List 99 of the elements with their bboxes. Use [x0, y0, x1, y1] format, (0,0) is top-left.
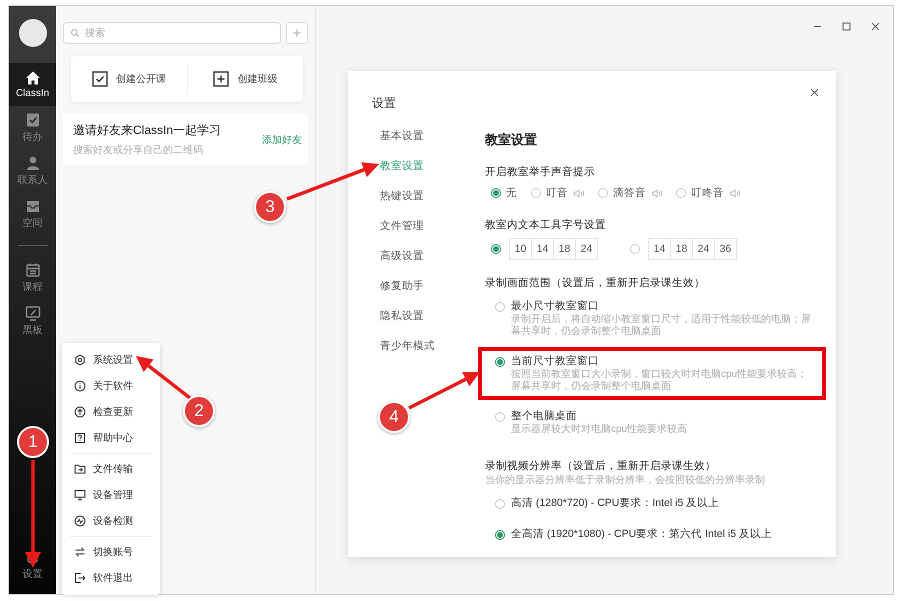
- speaker-icon: [651, 188, 662, 198]
- swap-icon: [74, 546, 86, 558]
- nav-item[interactable]: 隐私设置: [372, 300, 430, 330]
- checkbox-icon: [92, 71, 108, 87]
- radio-button[interactable]: [598, 188, 608, 198]
- group-label: 开启教室举手声音提示: [485, 165, 596, 179]
- close-button[interactable]: [809, 87, 820, 98]
- font-size-group[interactable]: 14 18 24 36: [648, 238, 737, 260]
- home-icon: [24, 70, 40, 86]
- person-icon: [24, 154, 40, 170]
- maximize-icon: [841, 20, 852, 32]
- font-size: 14: [531, 239, 553, 259]
- radio-button[interactable]: [495, 530, 505, 540]
- nav-item[interactable]: 热键设置: [372, 180, 430, 210]
- option-label: 无: [506, 186, 517, 200]
- invite-title: 邀请好友来ClassIn一起学习: [73, 122, 222, 139]
- avatar: [18, 19, 46, 47]
- sidebar-item[interactable]: 联系人: [9, 149, 56, 192]
- plus-icon: [213, 71, 230, 87]
- nav-item[interactable]: 青少年模式: [372, 330, 441, 360]
- upload-icon: [74, 406, 86, 418]
- hint-text: 当你的显示器分辨率低于录制分辨率，会按照较低的分辨率录制: [485, 475, 766, 487]
- close-icon: [809, 87, 820, 98]
- option-description: 按照当前教室窗口大小录制，窗口较大时对电脑cpu性能要求较高；屏幕共享时，仍会录制整个电脑桌面: [511, 369, 808, 393]
- menu-item[interactable]: 帮助中心: [62, 425, 160, 451]
- board-icon: [24, 304, 40, 320]
- radio-button[interactable]: [495, 302, 505, 312]
- monitor-icon: [74, 489, 86, 501]
- annotation-arrow: [136, 356, 192, 400]
- font-size: 24: [575, 239, 597, 259]
- option-label: 最小尺寸教室窗口: [511, 299, 599, 314]
- font-size-group[interactable]: 10 14 18 24: [509, 238, 598, 260]
- settings-item[interactable]: 设置: [9, 545, 56, 588]
- font-size: 36: [714, 239, 736, 259]
- group-label: 录制视频分辨率（设置后，重新开启录课生效）: [485, 459, 717, 473]
- sidebar-item[interactable]: 课程: [9, 256, 56, 299]
- nav-item[interactable]: 教室设置: [372, 150, 430, 180]
- search-icon: [70, 28, 80, 38]
- create-button[interactable]: 创建公开课: [71, 64, 186, 94]
- option-label: 整个电脑桌面: [511, 409, 577, 424]
- speaker-icon: [573, 188, 584, 198]
- option-description: 录制开启后，将自动缩小教室窗口尺寸，适用于性能较低的电脑；屏幕共享时，仍会录制整个电脑桌面: [511, 314, 812, 338]
- radio-button[interactable]: [676, 188, 686, 198]
- create-button[interactable]: 创建班级: [188, 64, 303, 94]
- radio-button[interactable]: [491, 244, 501, 254]
- menu-item[interactable]: 设备检测: [62, 508, 160, 534]
- nav-item[interactable]: 文件管理: [372, 210, 430, 240]
- radio-button[interactable]: [630, 244, 640, 254]
- section-title: 教室设置: [485, 131, 538, 149]
- option-label: 叮音: [546, 186, 568, 200]
- option-description: 显示器屏较大时对电脑cpu性能要求较高: [511, 424, 688, 436]
- font-size: 10: [514, 242, 528, 257]
- add-friend-link[interactable]: 添加好友: [262, 132, 302, 146]
- sidebar-item[interactable]: ClassIn: [9, 63, 56, 106]
- info-icon: [74, 380, 86, 392]
- invite-subtitle: 搜索好友或分享自己的二维码: [73, 144, 204, 157]
- menu-item[interactable]: 软件退出: [62, 565, 160, 591]
- radio-button[interactable]: [495, 498, 505, 508]
- dialog-title: 设置: [372, 95, 397, 112]
- menu-item[interactable]: 系统设置: [62, 347, 160, 373]
- pulse-icon: [74, 515, 86, 527]
- font-size: 18: [553, 239, 575, 259]
- option-label: 高清 (1280*720) - CPU要求：Intel i5 及以上: [511, 496, 720, 511]
- group-label: 教室内文本工具字号设置: [485, 218, 607, 232]
- menu-item[interactable]: 设备管理: [62, 482, 160, 508]
- option-label: 当前尺寸教室窗口: [511, 354, 599, 368]
- nav-item[interactable]: 高级设置: [372, 240, 430, 270]
- nav-item[interactable]: 基本设置: [372, 120, 430, 150]
- sidebar-item[interactable]: 待办: [9, 106, 56, 149]
- radio-button[interactable]: [495, 412, 505, 422]
- menu-item[interactable]: 检查更新: [62, 399, 160, 425]
- sidebar-item[interactable]: 黑板: [9, 299, 56, 342]
- option-label: 滴答音: [613, 186, 646, 200]
- speaker-icon: [729, 188, 740, 198]
- gear-icon: [74, 354, 86, 366]
- option-label: 全高清 (1920*1080) - CPU要求：第六代 Intel i5 及以上: [511, 527, 772, 542]
- plus-icon: [291, 27, 303, 39]
- font-size: 14: [652, 242, 666, 257]
- help-icon: [74, 432, 86, 444]
- folder-icon: [74, 463, 86, 475]
- calendar-icon: [24, 262, 40, 278]
- menu-item[interactable]: 关于软件: [62, 373, 160, 399]
- radio-button[interactable]: [495, 356, 505, 366]
- sidebar-item[interactable]: 空间: [9, 192, 56, 235]
- radio-button[interactable]: [491, 188, 501, 198]
- menu-item[interactable]: 切换账号: [62, 539, 160, 565]
- exit-icon: [74, 572, 86, 584]
- font-size: 18: [670, 239, 692, 259]
- annotation-arrow: [408, 372, 480, 410]
- checklist-icon: [24, 112, 40, 128]
- nav-item[interactable]: 修复助手: [372, 270, 430, 300]
- option-label: 叮咚音: [691, 186, 724, 200]
- search-field[interactable]: 搜索: [63, 22, 281, 44]
- group-label: 录制画面范围（设置后，重新开启录课生效）: [485, 276, 706, 290]
- radio-button[interactable]: [531, 188, 541, 198]
- close-icon: [870, 20, 881, 32]
- font-size: 24: [692, 239, 714, 259]
- menu-item[interactable]: 文件传输: [62, 456, 160, 482]
- add-button[interactable]: [286, 22, 308, 44]
